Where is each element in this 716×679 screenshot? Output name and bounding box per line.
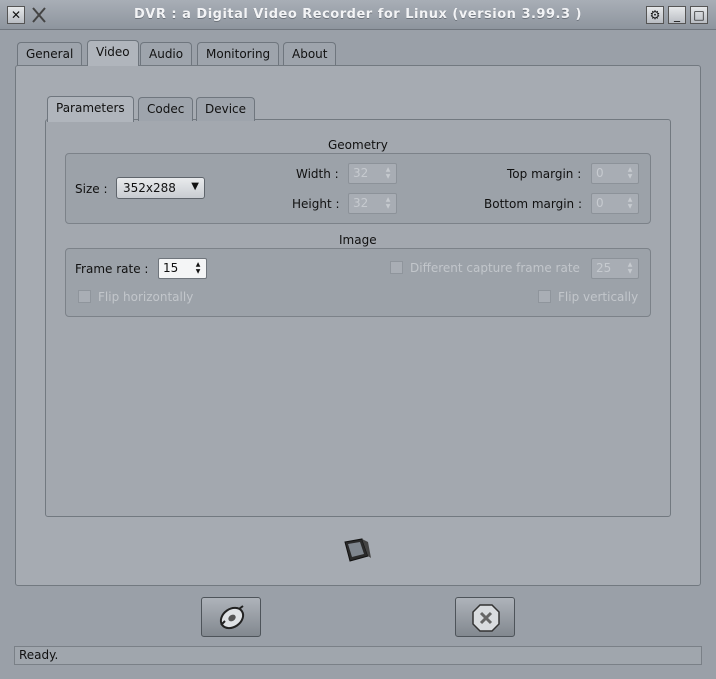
spin-arrows-icon[interactable]: ▲ ▼	[624, 196, 636, 211]
size-select[interactable]: 352x288 ▼	[116, 177, 205, 199]
bottom-margin-value: 0	[596, 196, 604, 210]
stop-button[interactable]	[455, 597, 515, 637]
top-margin-value: 0	[596, 166, 604, 180]
minimize-button[interactable]: _	[668, 6, 686, 24]
width-label: Width :	[296, 167, 339, 181]
title-bar[interactable]: ✕ DVR : a Digital Video Recorder for Lin…	[0, 0, 716, 30]
tab-monitoring[interactable]: Monitoring	[197, 42, 280, 66]
sticky-button[interactable]: ⚙	[646, 6, 664, 24]
tab-general[interactable]: General	[17, 42, 83, 66]
maximize-button[interactable]: □	[690, 6, 708, 24]
image-group	[65, 248, 651, 317]
flip-vertically-checkbox[interactable]	[538, 290, 551, 303]
height-spinbox[interactable]: 32 ▲ ▼	[348, 193, 397, 214]
frame-rate-value: 15	[163, 261, 179, 275]
height-value: 32	[353, 196, 369, 210]
height-label: Height :	[292, 197, 340, 211]
top-margin-label: Top margin :	[507, 167, 582, 181]
tab-about[interactable]: About	[283, 42, 337, 66]
stop-x-icon	[472, 604, 500, 632]
image-title: Image	[339, 233, 377, 247]
flip-horizontally-label: Flip horizontally	[98, 290, 194, 304]
capture-rate-spinbox[interactable]: 25 ▲ ▼	[591, 258, 639, 279]
capture-rate-value: 25	[596, 261, 612, 275]
top-margin-spinbox[interactable]: 0 ▲ ▼	[591, 163, 639, 184]
bottom-margin-spinbox[interactable]: 0 ▲ ▼	[591, 193, 639, 214]
frame-rate-label: Frame rate :	[75, 262, 149, 276]
width-value: 32	[353, 166, 369, 180]
window-title: DVR : a Digital Video Recorder for Linux…	[134, 7, 582, 22]
status-bar: Ready.	[14, 646, 702, 665]
gear-disc-icon	[219, 605, 245, 630]
spin-arrows-icon[interactable]: ▲ ▼	[382, 166, 394, 181]
flip-vertically-label: Flip vertically	[558, 290, 639, 304]
flip-horizontally-checkbox[interactable]	[78, 290, 91, 303]
spin-arrows-icon[interactable]: ▲ ▼	[624, 166, 636, 181]
tv-monitor-icon[interactable]	[342, 536, 372, 566]
subtab-codec[interactable]: Codec	[138, 97, 194, 121]
geometry-title: Geometry	[328, 138, 388, 152]
size-label: Size :	[75, 182, 108, 196]
different-capture-label: Different capture frame rate	[410, 261, 580, 275]
tab-audio[interactable]: Audio	[140, 42, 193, 66]
width-spinbox[interactable]: 32 ▲ ▼	[348, 163, 397, 184]
bottom-margin-label: Bottom margin :	[484, 197, 583, 211]
start-record-button[interactable]	[201, 597, 261, 637]
tab-video[interactable]: Video	[87, 40, 139, 66]
chevron-down-icon: ▼	[191, 181, 199, 192]
spin-arrows-icon[interactable]: ▲ ▼	[382, 196, 394, 211]
subtab-device[interactable]: Device	[196, 97, 256, 121]
size-select-value: 352x288	[123, 181, 176, 195]
status-text: Ready.	[19, 648, 59, 662]
subtab-parameters[interactable]: Parameters	[47, 96, 134, 122]
different-capture-checkbox[interactable]	[390, 261, 403, 274]
frame-rate-spinbox[interactable]: 15 ▲ ▼	[158, 258, 207, 279]
spin-arrows-icon[interactable]: ▲ ▼	[624, 261, 636, 276]
spin-arrows-icon[interactable]: ▲ ▼	[192, 261, 204, 276]
